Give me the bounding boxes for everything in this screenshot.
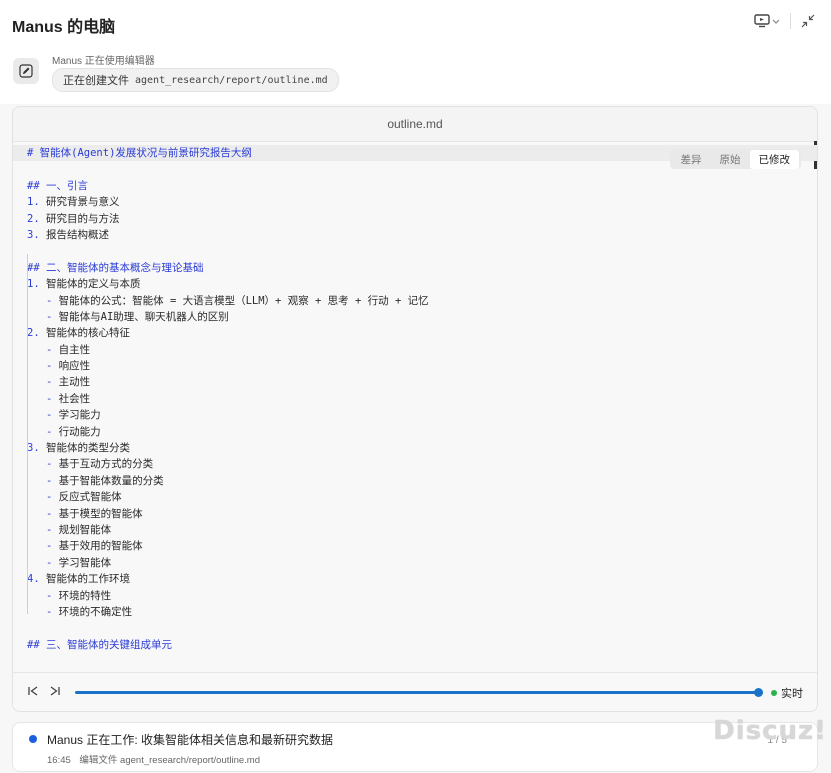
code-line: - 社会性 [27, 392, 91, 405]
skip-forward-icon [50, 686, 60, 696]
monitor-icon [754, 14, 770, 28]
collapse-button[interactable] [801, 14, 815, 28]
code-line: 1. 智能体的定义与本质 [27, 278, 141, 291]
code-line: 1. 研究背景与意义 [27, 196, 120, 209]
screen-view-button[interactable] [754, 14, 780, 28]
code-line: - 基于效用的智能体 [27, 540, 143, 553]
code-line: - 智能体与AI助理、聊天机器人的区别 [27, 310, 229, 323]
live-indicator[interactable]: 实时 [771, 685, 803, 701]
progress-track[interactable] [75, 691, 759, 694]
editor-window: outline.md # 智能体(Agent)发展状况与前景研究报告大纲 ## 一… [12, 106, 818, 712]
diff-mode-tabs: 差异 原始 已修改 [669, 149, 801, 169]
code-line: 4. 智能体的工作环境 [27, 573, 130, 586]
panel-header: Manus 的电脑 [0, 0, 831, 47]
code-line: - 自主性 [27, 343, 91, 356]
code-line: - 基于智能体数量的分类 [27, 474, 164, 487]
computer-panel: Manus 的电脑 Manus 正在使用编辑器 正在创建文件 agent_res… [0, 0, 831, 773]
task-time: 16:45 [47, 755, 71, 766]
header-controls [754, 13, 815, 29]
editor-status-icon [13, 58, 39, 84]
live-label: 实时 [781, 688, 803, 700]
code-line: ## 一、引言 [27, 179, 88, 192]
code-view[interactable]: # 智能体(Agent)发展状况与前景研究报告大纲 ## 一、引言 1. 研究背景与… [13, 145, 817, 673]
panel-title: Manus 的电脑 [12, 19, 116, 36]
code-line: - 环境的特性 [27, 589, 112, 602]
tab-modified[interactable]: 已修改 [749, 149, 799, 169]
chevron-down-icon [772, 19, 780, 24]
collapse-icon [801, 14, 815, 28]
skip-back-icon [28, 686, 38, 696]
progress-handle[interactable] [754, 688, 763, 697]
code-line: - 行动能力 [27, 425, 101, 438]
playback-bar: 实时 [13, 672, 817, 711]
code-line: 2. 研究目的与方法 [27, 212, 120, 225]
code-line: - 基于模型的智能体 [27, 507, 143, 520]
task-title: Manus 正在工作: 收集智能体相关信息和最新研究数据 [47, 733, 334, 747]
code-line: - 规划智能体 [27, 523, 112, 536]
code-line: - 学习智能体 [27, 556, 112, 569]
code-line: - 环境的不确定性 [27, 605, 133, 618]
code-line: - 基于互动方式的分类 [27, 458, 154, 471]
indent-guide [27, 254, 28, 614]
code-line: - 学习能力 [27, 409, 101, 422]
task-detail-line: 16:45 编辑文件 agent_research/report/outline… [47, 752, 260, 766]
code-line: 2. 智能体的核心特征 [27, 327, 130, 340]
skip-back-button[interactable] [27, 685, 39, 700]
edit-pen-icon [19, 64, 33, 78]
tab-diff[interactable]: 差异 [672, 150, 711, 169]
code-line: - 智能体的公式：智能体 = 大语言模型（LLM）+ 观察 + 思考 + 行动 … [27, 294, 429, 307]
status-path: agent_research/report/outline.md [135, 74, 328, 86]
status-label: Manus 正在使用编辑器 [52, 56, 155, 67]
live-dot-icon [771, 690, 777, 696]
header-divider [790, 13, 791, 29]
editor-filename: outline.md [13, 107, 817, 142]
code-line: ## 二、智能体的基本概念与理论基础 [27, 261, 204, 274]
task-status-dot-icon [29, 735, 37, 743]
status-action-pill: 正在创建文件 agent_research/report/outline.md [52, 68, 339, 92]
task-detail: 编辑文件 agent_research/report/outline.md [79, 755, 261, 766]
status-action: 正在创建文件 [63, 75, 129, 87]
code-line: 3. 智能体的类型分类 [27, 442, 130, 455]
skip-forward-button[interactable] [49, 685, 61, 700]
code-line: - 反应式智能体 [27, 491, 122, 504]
code-line: - 主动性 [27, 376, 91, 389]
watermark-logo: Discuz! [713, 716, 827, 746]
code-line: - 响应性 [27, 360, 91, 373]
code-line: ## 三、智能体的关键组成单元 [27, 638, 172, 651]
task-card[interactable]: Manus 正在工作: 收集智能体相关信息和最新研究数据 16:45 编辑文件 … [12, 722, 818, 772]
tab-original[interactable]: 原始 [711, 150, 750, 169]
code-line: 3. 报告结构概述 [27, 228, 109, 241]
